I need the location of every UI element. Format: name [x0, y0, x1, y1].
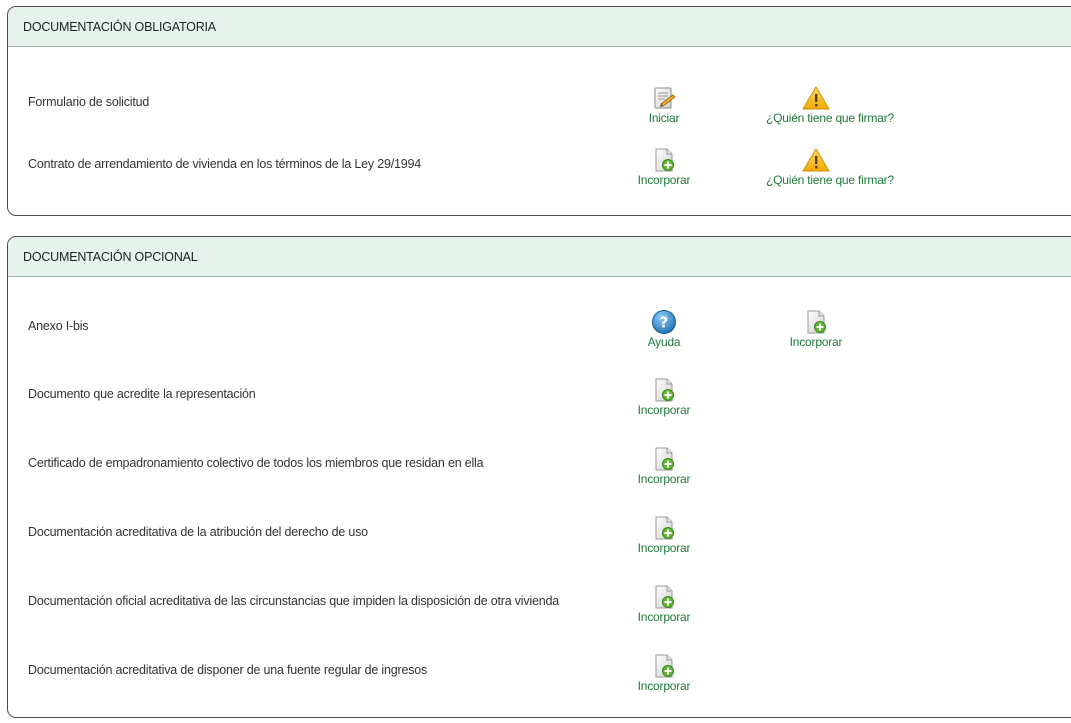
document-row: Documentación acreditativa de la atribuc…	[8, 516, 1071, 585]
document-row: Documentación oficial acreditativa de la…	[8, 585, 1071, 654]
mandatory-documents-header: DOCUMENTACIÓN OBLIGATORIA	[8, 7, 1071, 47]
who-signs-button[interactable]: ¿Quién tiene que firmar?	[766, 85, 894, 125]
add-document-icon	[614, 515, 714, 541]
who-signs-label: ¿Quién tiene que firmar?	[766, 173, 894, 187]
who-signs-button[interactable]: ¿Quién tiene que firmar?	[766, 147, 894, 187]
document-row: Documento que acredite la representación…	[8, 378, 1071, 447]
add-document-icon	[766, 309, 866, 335]
warning-icon	[766, 147, 866, 173]
incorporate-button[interactable]: Incorporar	[614, 653, 714, 693]
document-row: Contrato de arrendamiento de vivienda en…	[8, 148, 1071, 217]
incorporate-button[interactable]: Incorporar	[614, 147, 714, 187]
help-label: Ayuda	[647, 335, 681, 349]
incorporate-button[interactable]: Incorporar	[614, 584, 714, 624]
document-label: Documentación acreditativa de disponer d…	[28, 663, 428, 677]
document-row: Formulario de solicitud Iniciar ¿Quién t…	[8, 86, 1071, 155]
document-label: Formulario de solicitud	[28, 95, 150, 109]
document-row: Anexo I-bis ? Ayuda Incorporar	[8, 310, 1071, 379]
warning-icon	[766, 85, 866, 111]
document-label: Contrato de arrendamiento de vivienda en…	[28, 157, 422, 171]
incorporate-button[interactable]: Incorporar	[614, 515, 714, 555]
add-document-icon	[614, 584, 714, 610]
mandatory-documents-panel: DOCUMENTACIÓN OBLIGATORIA Formulario de …	[7, 6, 1071, 216]
incorporate-button[interactable]: Incorporar	[614, 446, 714, 486]
document-label: Anexo I-bis	[28, 319, 89, 333]
who-signs-label: ¿Quién tiene que firmar?	[766, 111, 894, 125]
incorporate-label: Incorporar	[637, 403, 691, 417]
incorporate-button[interactable]: Incorporar	[614, 377, 714, 417]
optional-documents-header: DOCUMENTACIÓN OPCIONAL	[8, 237, 1071, 277]
document-row: Documentación acreditativa de disponer d…	[8, 654, 1071, 723]
document-label: Documentación acreditativa de la atribuc…	[28, 525, 368, 539]
document-row: Certificado de empadronamiento colectivo…	[8, 447, 1071, 516]
incorporate-label: Incorporar	[637, 173, 691, 187]
document-label: Documentación oficial acreditativa de la…	[28, 594, 559, 608]
incorporate-label: Incorporar	[637, 610, 691, 624]
incorporate-button[interactable]: Incorporar	[766, 309, 866, 349]
incorporate-label: Incorporar	[637, 541, 691, 555]
add-document-icon	[614, 446, 714, 472]
document-label: Documento que acredite la representación	[28, 387, 256, 401]
add-document-icon	[614, 653, 714, 679]
optional-documents-panel: DOCUMENTACIÓN OPCIONAL Anexo I-bis ? Ayu…	[7, 236, 1071, 718]
add-document-icon	[614, 377, 714, 403]
incorporate-label: Incorporar	[789, 335, 843, 349]
incorporate-label: Incorporar	[637, 679, 691, 693]
start-form-button[interactable]: Iniciar	[614, 85, 714, 125]
edit-form-icon	[614, 85, 714, 111]
svg-text:?: ?	[660, 314, 669, 332]
incorporate-label: Incorporar	[637, 472, 691, 486]
help-button[interactable]: ? Ayuda	[614, 309, 714, 349]
add-document-icon	[614, 147, 714, 173]
help-icon: ?	[614, 309, 714, 335]
start-form-label: Iniciar	[648, 111, 680, 125]
document-label: Certificado de empadronamiento colectivo…	[28, 456, 484, 470]
